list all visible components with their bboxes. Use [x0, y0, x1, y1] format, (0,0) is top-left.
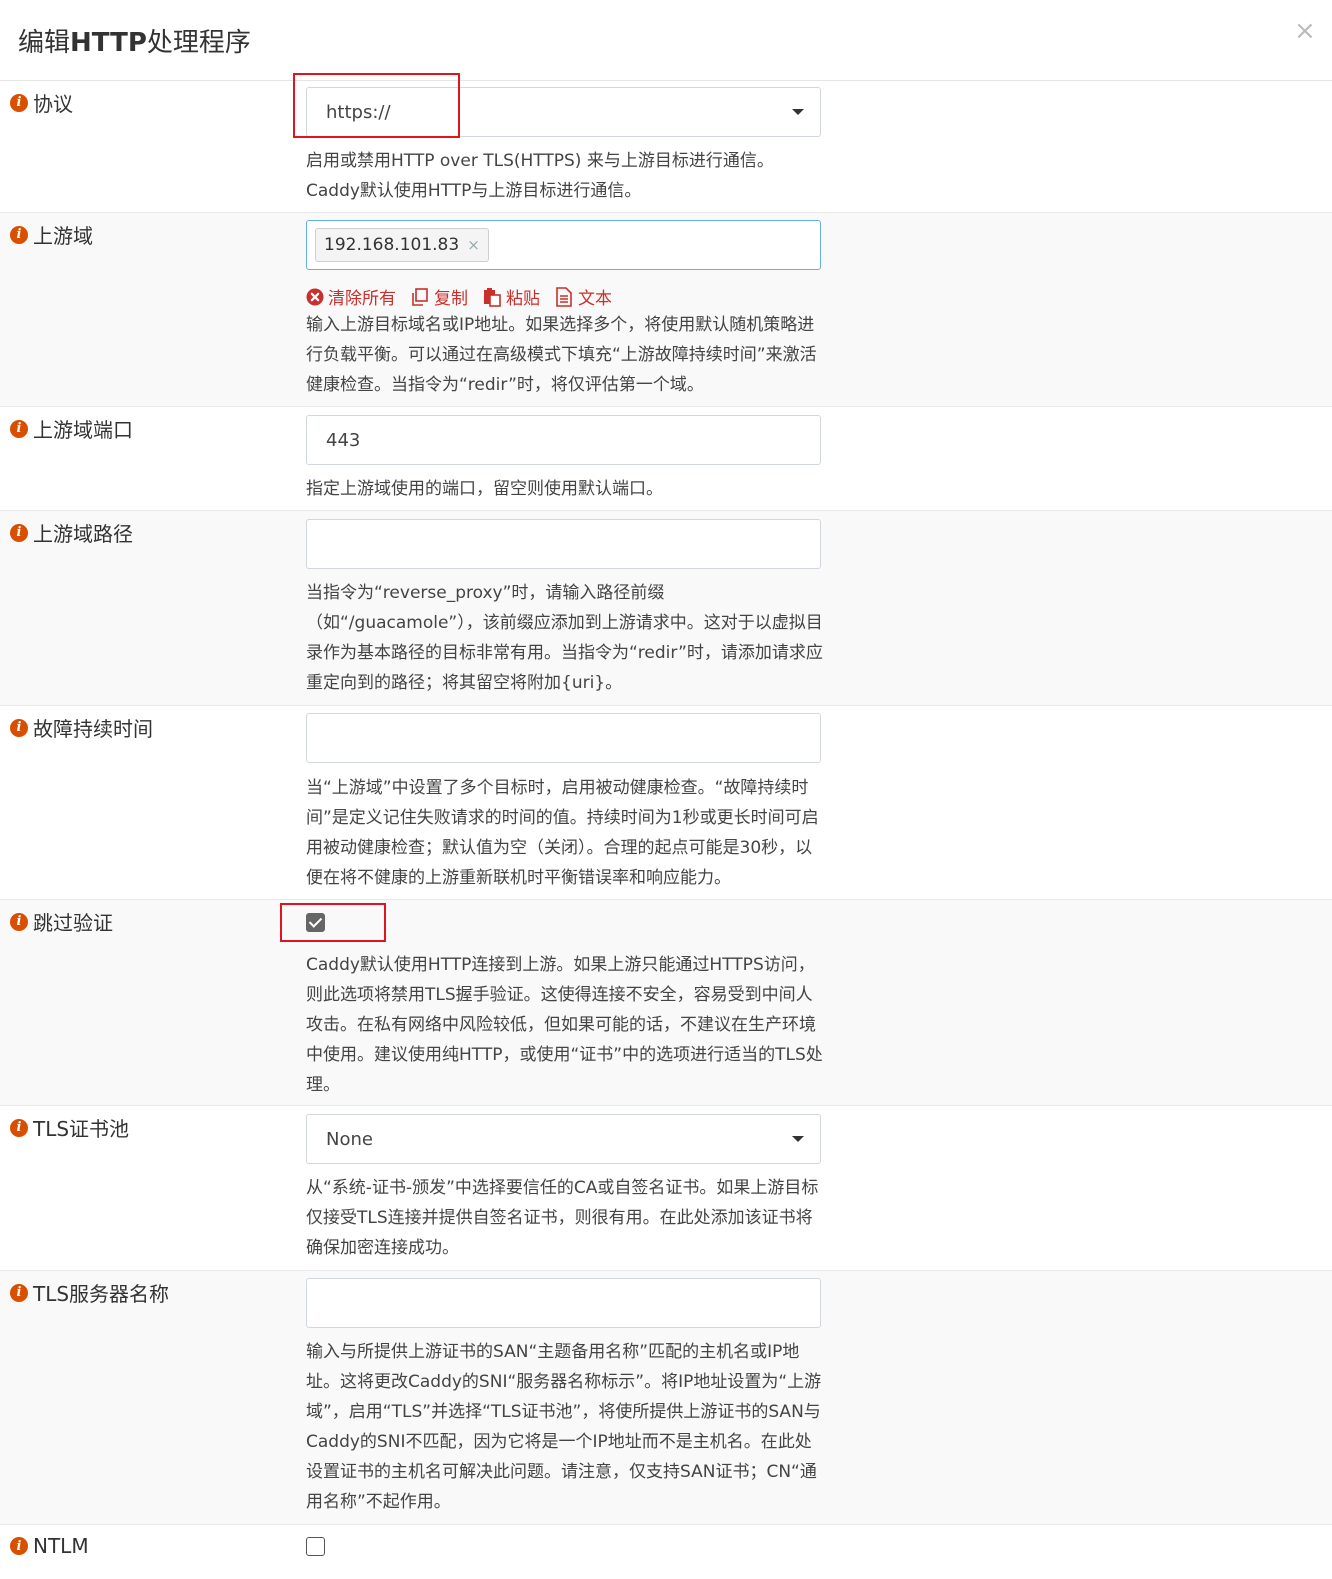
help-text-protocol: 启用或禁用HTTP over TLS(HTTPS) 来与上游目标进行通信。Cad… — [306, 151, 774, 201]
highlight-box — [280, 903, 386, 942]
field-label-tls-pool: i TLS证书池 — [10, 1113, 129, 1142]
file-text-icon — [556, 286, 572, 307]
help-text-upstream-port: 指定上游域使用的端口，留空则使用默认端口。 — [306, 479, 663, 499]
ntlm-checkbox[interactable] — [306, 1537, 325, 1556]
info-icon[interactable]: i — [10, 912, 28, 931]
info-icon[interactable]: i — [10, 1283, 28, 1302]
copy-button[interactable]: 复制 — [410, 284, 468, 309]
field-label-tls-server-name: i TLS服务器名称 — [10, 1278, 169, 1307]
row-upstream-port: i 上游域端口 443 指定上游域使用的端口，留空则使用默认端口。 — [0, 407, 1332, 511]
upstream-path-input[interactable] — [306, 519, 821, 569]
row-tls-pool: i TLS证书池 None 从“系统-证书-颁发”中选择要信任的CA或自签名证书。… — [0, 1106, 1332, 1271]
info-icon[interactable]: i — [10, 718, 28, 737]
help-text-tls-pool: 从“系统-证书-颁发”中选择要信任的CA或自签名证书。如果上游目标仅接受TLS连… — [306, 1178, 819, 1258]
field-label-upstream-path: i 上游域路径 — [10, 518, 133, 547]
upstream-port-input[interactable]: 443 — [306, 415, 821, 465]
field-label-protocol: i 协议 — [10, 88, 73, 117]
upstream-domain-tokenfield[interactable]: 192.168.101.83 × — [306, 220, 821, 270]
info-icon[interactable]: i — [10, 93, 28, 112]
modal-title: 编辑HTTP处理程序 — [18, 28, 251, 58]
info-icon[interactable]: i — [10, 419, 28, 438]
remove-tag-icon[interactable]: × — [467, 236, 480, 254]
row-upstream-domain: i 上游域 192.168.101.83 × 清除所有 复制 粘贴 文本 输入上… — [0, 213, 1332, 407]
chevron-down-icon — [792, 1136, 804, 1142]
paste-button[interactable]: 粘贴 — [482, 284, 540, 309]
info-icon[interactable]: i — [10, 225, 28, 244]
field-label-skip-verify: i 跳过验证 — [10, 907, 113, 936]
highlight-box — [293, 73, 460, 138]
row-tls-server-name: i TLS服务器名称 输入与所提供上游证书的SAN“主题备用名称”匹配的主机名或I… — [0, 1271, 1332, 1525]
copy-icon — [412, 287, 428, 306]
info-icon[interactable]: i — [10, 1118, 28, 1137]
text-button[interactable]: 文本 — [554, 284, 612, 309]
help-text-tls-server-name: 输入与所提供上游证书的SAN“主题备用名称”匹配的主机名或IP地址。这将更改Ca… — [306, 1342, 822, 1512]
fail-duration-input[interactable] — [306, 713, 821, 763]
help-text-upstream-path: 当指令为“reverse_proxy”时，请输入路径前缀（如“/guacamol… — [306, 583, 823, 693]
tls-pool-select[interactable]: None — [306, 1114, 821, 1164]
field-label-ntlm: i NTLM — [10, 1534, 89, 1558]
token-tag: 192.168.101.83 × — [315, 228, 489, 262]
tls-server-name-input[interactable] — [306, 1278, 821, 1328]
modal-header: 编辑HTTP处理程序 × — [0, 0, 1332, 81]
row-protocol: i 协议 https:// 启用或禁用HTTP over TLS(HTTPS) 来… — [0, 73, 1332, 213]
help-text-skip-verify: Caddy默认使用HTTP连接到上游。如果上游只能通过HTTPS访问，则此选项将… — [306, 955, 823, 1095]
row-ntlm: i NTLM — [0, 1525, 1332, 1579]
row-upstream-path: i 上游域路径 当指令为“reverse_proxy”时，请输入路径前缀（如“/g… — [0, 511, 1332, 706]
help-text-fail-duration: 当“上游域”中设置了多个目标时，启用被动健康检查。“故障持续时间”是定义记住失败… — [306, 778, 819, 888]
close-button[interactable]: × — [1294, 18, 1316, 44]
times-circle-icon — [306, 288, 324, 305]
info-icon[interactable]: i — [10, 523, 28, 542]
chevron-down-icon — [792, 109, 804, 115]
info-icon[interactable]: i — [10, 1537, 28, 1555]
field-label-upstream-domain: i 上游域 — [10, 220, 93, 249]
field-label-upstream-port: i 上游域端口 — [10, 414, 133, 443]
paste-icon — [484, 287, 501, 307]
token-actions: 清除所有 复制 粘贴 文本 — [306, 284, 626, 309]
row-fail-duration: i 故障持续时间 当“上游域”中设置了多个目标时，启用被动健康检查。“故障持续时间… — [0, 706, 1332, 900]
clear-all-button[interactable]: 清除所有 — [306, 284, 396, 309]
help-text-upstream-domain: 输入上游目标域名或IP地址。如果选择多个，将使用默认随机策略进行负载平衡。可以通… — [306, 315, 817, 395]
row-skip-verify: i 跳过验证 Caddy默认使用HTTP连接到上游。如果上游只能通过HTTPS访问… — [0, 900, 1332, 1106]
field-label-fail-duration: i 故障持续时间 — [10, 713, 153, 742]
